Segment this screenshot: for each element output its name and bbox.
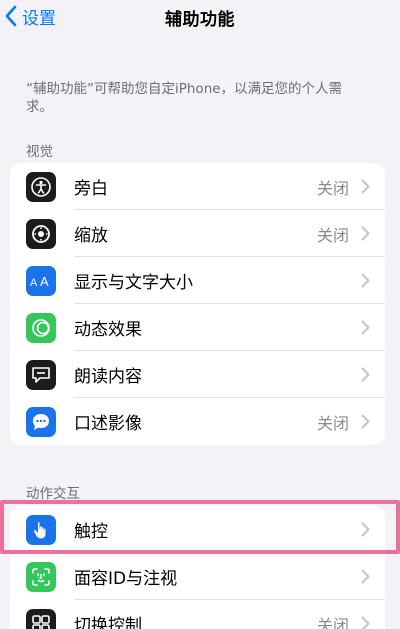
chevron-right-icon <box>361 522 370 537</box>
row-value: 关闭 <box>316 413 349 433</box>
chevron-right-icon <box>361 569 370 584</box>
row-label: 缩放 <box>74 226 108 246</box>
chevron-right-icon <box>361 320 370 335</box>
svg-text:A: A <box>30 277 38 289</box>
chevron-right-icon <box>361 179 370 194</box>
switch-control-icon <box>26 608 56 629</box>
svg-text:A: A <box>40 274 49 289</box>
row-voiceover[interactable]: 旁白 关闭 <box>10 163 385 210</box>
row-label: 显示与文字大小 <box>74 273 193 293</box>
row-label: 触控 <box>74 522 108 542</box>
row-spoken-content[interactable]: 朗读内容 <box>10 351 385 398</box>
page-title: 辅助功能 <box>165 10 235 30</box>
chevron-right-icon <box>361 273 370 288</box>
page-description: “辅助功能”可帮助您自定iPhone，以满足您的个人需求。 <box>26 81 343 115</box>
settings-group-vision: 旁白 关闭 缩放 关闭 A A 显示与文字大小 动态效果 朗读内容 口述影像 关… <box>10 163 385 445</box>
navigation-bar: 设置 辅助功能 <box>0 0 400 34</box>
row-label: 切换控制 <box>74 616 142 629</box>
row-value: 关闭 <box>316 178 349 198</box>
row-label: 面容ID与注视 <box>74 569 178 589</box>
chevron-right-icon <box>361 414 370 429</box>
motion-icon <box>26 312 56 343</box>
spoken-content-icon <box>26 359 56 390</box>
row-value: 关闭 <box>316 615 349 629</box>
row-motion[interactable]: 动态效果 <box>10 304 385 351</box>
chevron-right-icon <box>361 367 370 382</box>
row-display-text-size[interactable]: A A 显示与文字大小 <box>10 257 385 304</box>
row-value: 关闭 <box>316 225 349 245</box>
row-label: 朗读内容 <box>74 367 142 387</box>
zoom-icon <box>26 218 56 249</box>
row-label: 动态效果 <box>74 320 142 340</box>
touch-icon <box>26 514 56 545</box>
face-id-icon <box>26 561 56 592</box>
row-switch-control[interactable]: 切换控制 关闭 <box>10 600 385 629</box>
section-header-interaction: 动作交互 <box>26 486 80 502</box>
row-label: 旁白 <box>74 179 108 199</box>
row-audio-descriptions[interactable]: 口述影像 关闭 <box>10 398 385 445</box>
settings-group-interaction: 触控 面容ID与注视 切换控制 关闭 <box>10 506 385 629</box>
row-zoom[interactable]: 缩放 关闭 <box>10 210 385 257</box>
voiceover-icon <box>26 171 56 202</box>
row-touch[interactable]: 触控 <box>10 506 385 553</box>
row-label: 口述影像 <box>74 414 142 434</box>
text-size-icon: A A <box>26 265 56 296</box>
row-face-id-attention[interactable]: 面容ID与注视 <box>10 553 385 600</box>
audio-description-icon <box>26 406 56 437</box>
section-header-vision: 视觉 <box>26 144 53 160</box>
chevron-right-icon <box>361 616 370 629</box>
chevron-right-icon <box>361 226 370 241</box>
